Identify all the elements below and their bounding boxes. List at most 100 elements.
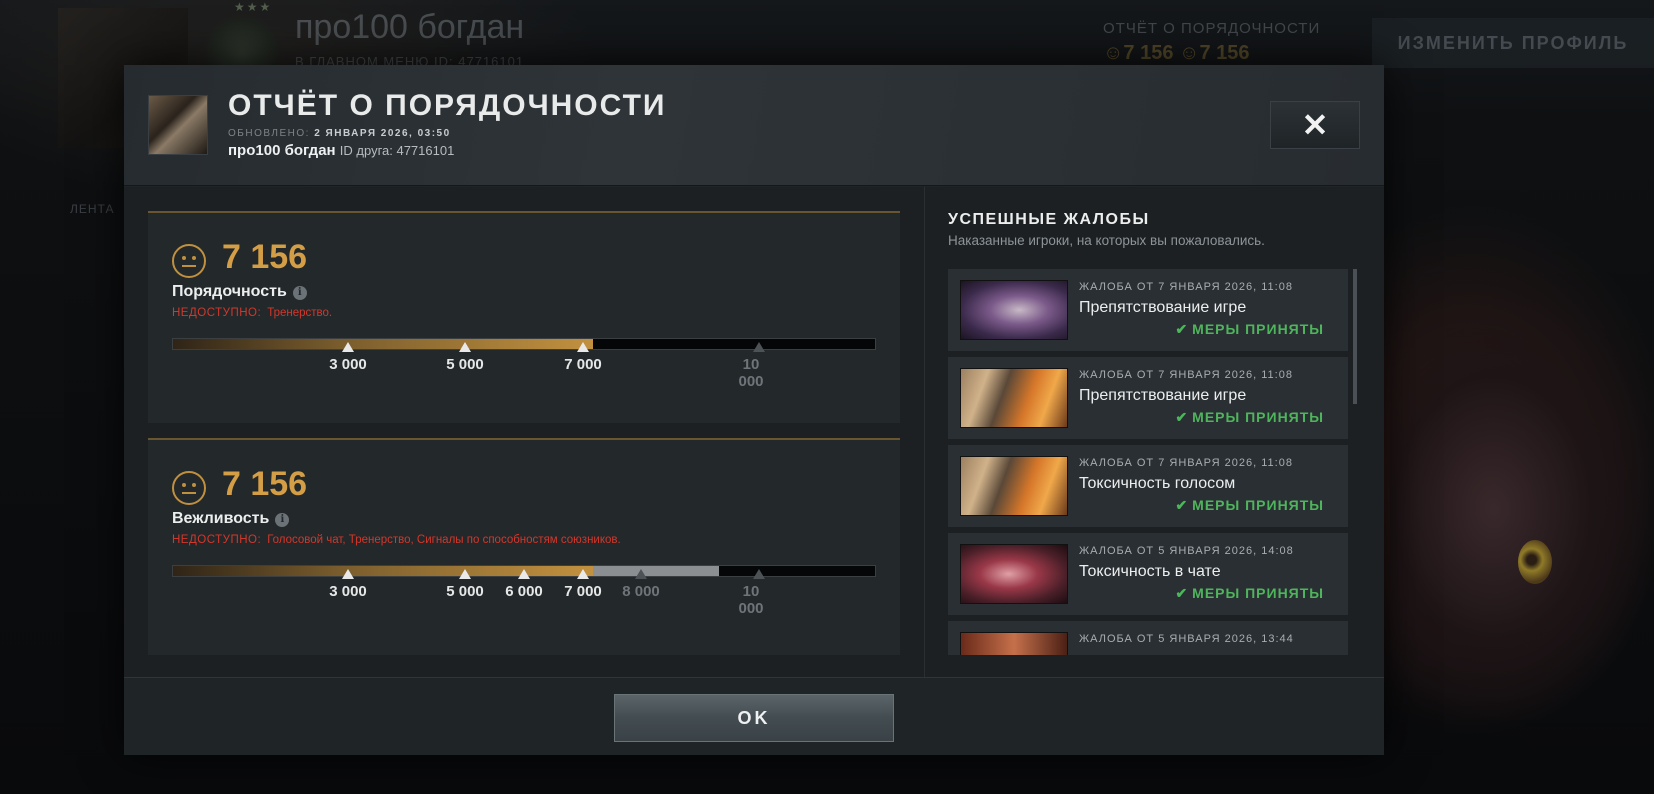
behavior-label-text: Вежливость	[172, 510, 270, 527]
conduct-label-text: Порядочность	[172, 283, 287, 300]
conduct-progress-bar	[172, 338, 876, 350]
report-reason: Препятствование игре	[1079, 387, 1247, 404]
report-date: ЖАЛОБА ОТ 7 ЯНВАРЯ 2026, 11:08	[1079, 457, 1293, 469]
progress-fill	[173, 566, 593, 576]
report-card[interactable]: ЖАЛОБА ОТ 5 ЯНВАРЯ 2026, 14:08 Токсичност…	[948, 533, 1348, 617]
report-status: ✔ МЕРЫ ПРИНЯТЫ	[1175, 585, 1324, 602]
modal-footer: OK	[124, 677, 1384, 755]
conduct-report-modal: ОТЧЁТ О ПОРЯДОЧНОСТИ ОБНОВЛЕНО: 2 ЯНВАРЯ…	[124, 65, 1384, 755]
threshold-label: 10 000	[738, 583, 764, 617]
behavior-panel: 7 156 Вежливость i НЕДОСТУПНО: Голосовой ч…	[148, 438, 900, 655]
updated-timestamp: ОБНОВЛЕНО: 2 ЯНВАРЯ 2026, 03:50	[228, 128, 451, 139]
player-name: про100 богдан	[228, 142, 336, 159]
behavior-score: 7 156	[222, 465, 308, 503]
player-avatar	[148, 95, 208, 155]
threshold-label: 8 000	[622, 583, 660, 600]
player-identity: про100 богдан ID друга: 47716101	[228, 142, 454, 159]
report-status-text: МЕРЫ ПРИНЯТЫ	[1192, 321, 1324, 337]
report-card[interactable]: ЖАЛОБА ОТ 5 ЯНВАРЯ 2026, 13:44	[948, 621, 1348, 655]
threshold-marker-icon	[577, 569, 589, 579]
background-report-label: ОТЧЁТ О ПОРЯДОЧНОСТИ	[1103, 20, 1321, 37]
close-button[interactable]: ✕	[1270, 101, 1360, 149]
report-card[interactable]: ЖАЛОБА ОТ 7 ЯНВАРЯ 2026, 11:08 Препятство…	[948, 357, 1348, 441]
report-date: ЖАЛОБА ОТ 7 ЯНВАРЯ 2026, 11:08	[1079, 369, 1293, 381]
reports-column: УСПЕШНЫЕ ЖАЛОБЫ Наказанные игроки, на ко…	[948, 211, 1360, 655]
threshold-marker-icon	[518, 569, 530, 579]
report-status: ✔ МЕРЫ ПРИНЯТЫ	[1175, 321, 1324, 338]
report-reason: Препятствование игре	[1079, 299, 1247, 316]
reports-list[interactable]: ЖАЛОБА ОТ 5 ЯНВАРЯ 2026, 13:44 ЖАЛОБА ОТ …	[948, 269, 1360, 655]
report-status: ✔ МЕРЫ ПРИНЯТЫ	[1175, 409, 1324, 426]
metrics-column[interactable]: 7 156 Порядочность i НЕДОСТУПНО: Тренерств…	[148, 211, 900, 655]
updated-value: 2 ЯНВАРЯ 2026, 03:50	[314, 128, 451, 139]
close-icon: ✕	[1301, 107, 1329, 143]
check-icon: ✔	[1175, 585, 1189, 601]
hero-portrait-icon	[960, 544, 1068, 604]
background-feed-label: ЛЕНТА	[70, 202, 115, 216]
threshold-marker-icon	[459, 569, 471, 579]
threshold-marker-icon	[342, 569, 354, 579]
behavior-unavailable: НЕДОСТУПНО: Голосовой чат, Тренерство, Си…	[172, 534, 621, 546]
threshold-label: 6 000	[505, 583, 543, 600]
background-hero-eye	[1518, 540, 1552, 584]
report-status-text: МЕРЫ ПРИНЯТЫ	[1192, 585, 1324, 601]
edit-profile-button: ИЗМЕНИТЬ ПРОФИЛЬ	[1372, 18, 1654, 68]
threshold-marker-icon	[635, 569, 647, 579]
background-report-values: ☺7 156 ☺7 156	[1103, 42, 1250, 64]
ok-button[interactable]: OK	[614, 694, 894, 742]
threshold-label: 7 000	[564, 583, 602, 600]
hero-portrait-icon	[960, 280, 1068, 340]
report-status-text: МЕРЫ ПРИНЯТЫ	[1192, 497, 1324, 513]
report-status: ✔ МЕРЫ ПРИНЯТЫ	[1175, 497, 1324, 514]
report-date: ЖАЛОБА ОТ 5 ЯНВАРЯ 2026, 14:08	[1079, 545, 1294, 557]
info-icon[interactable]: i	[275, 513, 290, 527]
hero-portrait-icon	[960, 632, 1068, 655]
threshold-label: 5 000	[446, 356, 484, 373]
check-icon: ✔	[1175, 321, 1189, 337]
threshold-marker-icon	[753, 569, 765, 579]
threshold-marker-icon	[459, 342, 471, 352]
unavailable-text: Голосовой чат, Тренерство, Сигналы по сп…	[267, 534, 621, 546]
threshold-label: 5 000	[446, 583, 484, 600]
conduct-score: 7 156	[222, 238, 308, 276]
conduct-label: Порядочность i	[172, 283, 307, 301]
threshold-marker-icon	[342, 342, 354, 352]
unavailable-label: НЕДОСТУПНО:	[172, 534, 262, 546]
report-status-text: МЕРЫ ПРИНЯТЫ	[1192, 409, 1324, 425]
threshold-label: 7 000	[564, 356, 602, 373]
unavailable-label: НЕДОСТУПНО:	[172, 307, 262, 319]
report-reason: Токсичность в чате	[1079, 563, 1221, 580]
check-icon: ✔	[1175, 497, 1189, 513]
background-hero-art	[1390, 300, 1650, 720]
modal-title: ОТЧЁТ О ПОРЯДОЧНОСТИ	[228, 89, 667, 122]
unavailable-text: Тренерство.	[267, 307, 333, 319]
threshold-marker-icon	[753, 342, 765, 352]
threshold-marker-icon	[577, 342, 589, 352]
background-player-name: про100 богдан	[295, 8, 525, 46]
neutral-face-icon	[172, 471, 206, 505]
reports-scrollbar[interactable]	[1353, 269, 1357, 404]
progress-next-segment	[593, 566, 719, 576]
report-date: ЖАЛОБА ОТ 7 ЯНВАРЯ 2026, 11:08	[1079, 281, 1293, 293]
progress-fill	[173, 339, 593, 349]
conduct-panel: 7 156 Порядочность i НЕДОСТУПНО: Тренерств…	[148, 211, 900, 423]
updated-label: ОБНОВЛЕНО:	[228, 128, 310, 139]
threshold-label: 3 000	[329, 356, 367, 373]
neutral-face-icon	[172, 244, 206, 278]
column-divider	[924, 187, 925, 677]
modal-body: 7 156 Порядочность i НЕДОСТУПНО: Тренерств…	[124, 187, 1384, 677]
hero-portrait-icon	[960, 368, 1068, 428]
report-reason: Токсичность голосом	[1079, 475, 1236, 492]
threshold-label: 10 000	[738, 356, 764, 390]
friend-id: ID друга: 47716101	[339, 143, 455, 158]
report-date: ЖАЛОБА ОТ 5 ЯНВАРЯ 2026, 13:44	[1079, 633, 1294, 645]
rank-stars: ★★★	[234, 0, 273, 14]
conduct-unavailable: НЕДОСТУПНО: Тренерство.	[172, 307, 332, 319]
reports-subtitle: Наказанные игроки, на которых вы пожалов…	[948, 233, 1265, 248]
report-card[interactable]: ЖАЛОБА ОТ 7 ЯНВАРЯ 2026, 11:08 Токсичност…	[948, 445, 1348, 529]
info-icon[interactable]: i	[292, 286, 307, 300]
threshold-label: 3 000	[329, 583, 367, 600]
modal-header: ОТЧЁТ О ПОРЯДОЧНОСТИ ОБНОВЛЕНО: 2 ЯНВАРЯ…	[124, 65, 1384, 186]
reports-title: УСПЕШНЫЕ ЖАЛОБЫ	[948, 211, 1150, 228]
report-card[interactable]: ЖАЛОБА ОТ 7 ЯНВАРЯ 2026, 11:08 Препятство…	[948, 269, 1348, 353]
